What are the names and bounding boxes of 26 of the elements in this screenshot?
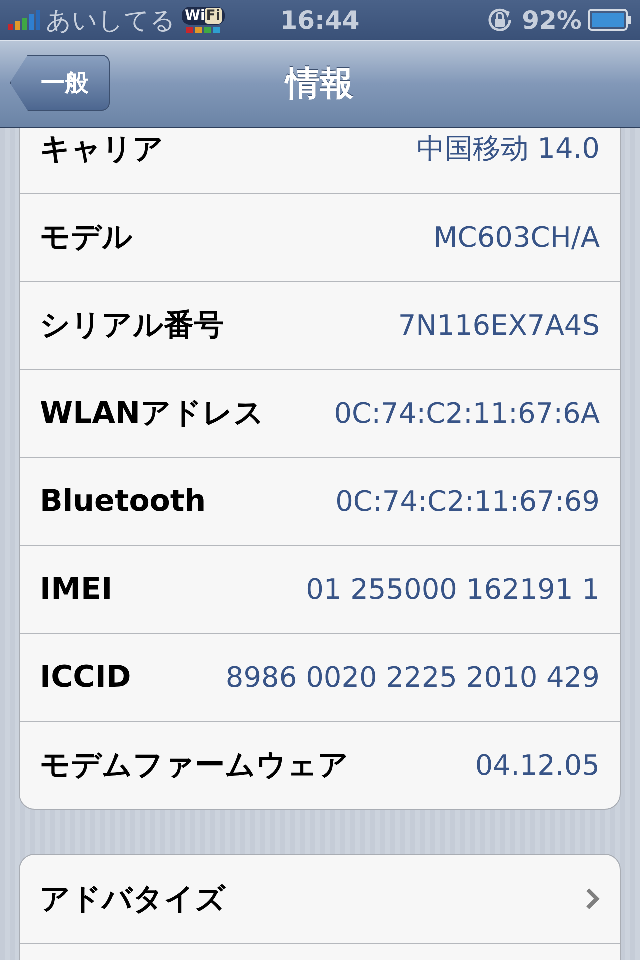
page-title: 情報 bbox=[286, 63, 354, 106]
row-label: モデムファームウェア bbox=[40, 747, 349, 785]
battery-icon bbox=[588, 9, 632, 31]
row-label: モデル bbox=[40, 219, 133, 257]
clock-time: 16:44 bbox=[280, 6, 360, 34]
row-label: キャリア bbox=[40, 130, 164, 168]
row-value: 8986 0020 2225 2010 429 bbox=[226, 661, 600, 694]
row-label: IMEI bbox=[40, 572, 113, 607]
battery-percent: 92% bbox=[522, 6, 582, 34]
row-value: 0C:74:C2:11:67:6A bbox=[334, 397, 600, 430]
row-value: 7N116EX7A4S bbox=[398, 309, 600, 342]
row-value: 中国移动 14.0 bbox=[416, 131, 600, 167]
row-label: WLANアドレス bbox=[40, 395, 265, 433]
row-value: MC603CH/A bbox=[434, 221, 600, 254]
row-value: 01 255000 162191 1 bbox=[306, 573, 600, 606]
row-label: シリアル番号 bbox=[40, 307, 224, 345]
back-button[interactable]: 一般 bbox=[10, 55, 110, 111]
row-value: 0C:74:C2:11:67:69 bbox=[336, 485, 600, 518]
settings-row[interactable]: アドバタイズ bbox=[20, 855, 620, 943]
row-label: ICCID bbox=[40, 660, 132, 695]
row-label: Bluetooth bbox=[40, 484, 206, 519]
row-value: 04.12.05 bbox=[475, 749, 600, 782]
chevron-icon bbox=[586, 888, 600, 910]
signal-icon bbox=[8, 10, 40, 30]
carrier-name: あいしてる bbox=[46, 4, 176, 36]
row-label: アドバタイズ bbox=[40, 880, 226, 918]
